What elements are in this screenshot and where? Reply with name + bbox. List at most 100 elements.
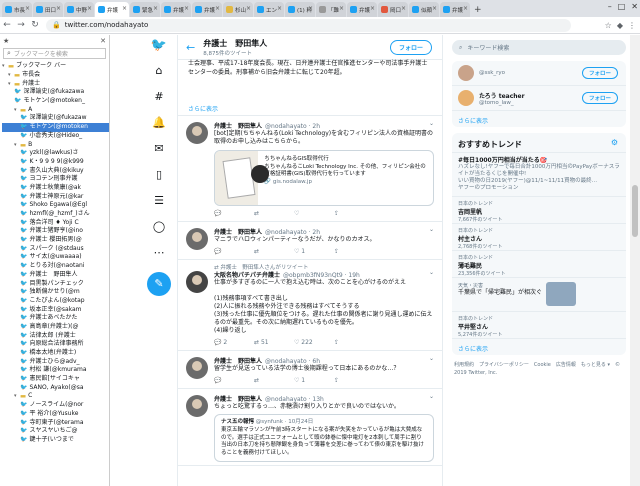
bookmark-item[interactable]: 🐦 平 裕介(@Yusuke <box>2 410 109 419</box>
tab-close-icon[interactable]: × <box>246 5 251 12</box>
share-icon[interactable]: ⇪ <box>334 210 374 217</box>
quoted-tweet[interactable]: ナス五の報愕 @synfunk · 10月24日 東京五輪マラソンが午前3時スタ… <box>214 414 434 462</box>
bookmark-item[interactable]: 🐦 落合洋司 ♦ Yoji C <box>2 218 109 227</box>
close-icon[interactable]: ✕ <box>631 2 638 11</box>
tab-close-icon[interactable]: × <box>184 5 189 12</box>
bookmark-item[interactable]: 🐦 法律太郎 (弁護士 <box>2 331 109 340</box>
tweet-author-name[interactable]: 弁護士 野田隼人 <box>214 358 262 365</box>
bookmark-item[interactable]: 🐦 寺町東子(@terama <box>2 418 109 427</box>
reply-icon[interactable]: 💬 <box>214 248 254 255</box>
avatar[interactable] <box>186 395 208 417</box>
chevron-down-icon[interactable]: ⌄ <box>429 120 434 127</box>
lists-icon[interactable]: ☰ <box>145 194 173 217</box>
chevron-down-icon[interactable]: ⌄ <box>429 269 434 276</box>
chevron-down-icon[interactable]: ⌄ <box>429 226 434 233</box>
bookmark-item[interactable]: 🐦 hzmfl(@_hzmf_)さん <box>2 210 109 219</box>
bookmark-folder[interactable]: ▾ ▬ 弁護士 <box>2 79 109 88</box>
share-icon[interactable]: ⇪ <box>334 248 374 255</box>
tab-close-icon[interactable]: × <box>277 5 282 12</box>
messages-envelope-icon[interactable]: ✉ <box>145 142 173 165</box>
tweet[interactable]: 大阪名物パチパチ弁護士 @obpmb3fN93nQt9 · 19h ⌄ 仕事が多すぎ… <box>178 265 442 351</box>
bookmark-item[interactable]: 🐦 Shoko Egawa(@Egl <box>2 201 109 210</box>
avatar[interactable] <box>186 357 208 379</box>
tab-close-icon[interactable]: × <box>432 5 437 12</box>
tweet-author-name[interactable]: 大阪名物パチパチ弁護士 <box>214 272 280 279</box>
star-icon[interactable]: ☆ <box>605 21 612 30</box>
bookmark-item[interactable]: 🐦 スヤスヤいちご@ <box>2 427 109 436</box>
bookmark-folder[interactable]: ▾ ▬ ブックマーク バー <box>2 62 109 71</box>
twitter-search-input[interactable]: ⌕ キーワード検索 <box>452 40 626 55</box>
bookmark-close-icon[interactable]: ✕ <box>100 37 106 45</box>
bookmark-item[interactable]: 🐦 弁護士ひら@adv_ <box>2 357 109 366</box>
tweet[interactable]: 弁護士 野田隼人 @nodahayato · 6h ⌄ 留学生が見送っている法学の博… <box>178 351 442 389</box>
profile-icon[interactable]: ◯ <box>145 220 173 243</box>
promoted-trend[interactable]: #毎日1000万円相当が当たる🎯 ハズレなし!ヤフーで毎日合計1000万円相当の… <box>452 153 626 197</box>
maximize-icon[interactable]: □ <box>618 2 626 11</box>
bookmark-item[interactable]: 🐦 yzkl(@lawkus)さ <box>2 149 109 158</box>
home-icon[interactable]: ⌂ <box>145 64 173 87</box>
explore-hashtag-icon[interactable]: # <box>145 90 173 113</box>
tab-close-icon[interactable]: × <box>339 5 344 12</box>
retweet-icon[interactable]: ⇄ <box>254 248 294 255</box>
browser-tab[interactable]: 「難 × <box>316 2 346 17</box>
bookmark-item[interactable]: 🐦 SANO, Ayako(@sa <box>2 383 109 392</box>
bookmark-star-icon[interactable]: ★ <box>3 37 9 45</box>
trend-item[interactable]: 日本のトレンド 平井堅さん 5,274件のツイート <box>452 312 626 339</box>
bookmark-item[interactable]: 🐦 独断偏かせり(@m <box>2 288 109 297</box>
link-card[interactable]: ちちゃんねるGIS取得代行 ちちゃんねるこLoki Technology Inc… <box>214 150 434 206</box>
bookmark-item[interactable]: 🐦 向原総合法律事務所 <box>2 340 109 349</box>
bookmark-item[interactable]: 🐦 K・9 9 9 9(@k999 <box>2 158 109 167</box>
compose-tweet-button[interactable]: ✎ <box>147 272 171 296</box>
twitter-logo-icon[interactable]: 🐦 <box>145 38 173 61</box>
bookmark-item[interactable]: 🐦 目黒製パンチェック <box>2 279 109 288</box>
back-arrow-icon[interactable]: ← <box>186 41 195 54</box>
bookmark-item[interactable]: 🐦 坂本正幸(@sakam <box>2 305 109 314</box>
footer-links[interactable]: 利用規約 プライバシーポリシー Cookie 広告情報 もっと見る ▾ © 20… <box>452 355 626 383</box>
trend-item[interactable]: 日本のトレンド 薄毛難民 23,356件のツイート <box>452 251 626 278</box>
browser-tab[interactable]: (1) 料 × <box>285 2 315 17</box>
new-tab-icon[interactable]: + <box>474 5 482 15</box>
browser-tab[interactable]: 岡口 × <box>378 2 408 17</box>
retweet-icon[interactable]: ⇄ 51 <box>254 339 294 346</box>
bookmark-item[interactable]: 🐦 モトケン(@motoken <box>2 122 109 132</box>
more-icon[interactable]: ⋯ <box>145 246 173 269</box>
tab-close-icon[interactable]: × <box>463 5 468 12</box>
suggested-user[interactable]: たろう teacher @tomo_law_ フォロー <box>452 86 626 111</box>
browser-tab[interactable]: 杉山 × <box>223 2 253 17</box>
tab-close-icon[interactable]: × <box>25 5 30 12</box>
tab-close-icon[interactable]: × <box>153 5 158 12</box>
bookmark-item[interactable]: 🐦 弁護士神原元(@kar <box>2 192 109 201</box>
tweet-author-name[interactable]: 弁護士 野田隼人 <box>214 123 262 130</box>
bookmark-item[interactable]: 🐦 書久山大典(@kikuy <box>2 166 109 175</box>
browser-tab[interactable]: 弁護 × <box>95 2 129 17</box>
browser-tab[interactable]: 弁護 × <box>192 2 222 17</box>
follow-button[interactable]: フォロー <box>389 40 432 55</box>
reply-icon[interactable]: 💬 2 <box>214 339 254 346</box>
bookmark-item[interactable]: 🐦 村松 謙(@kmurama <box>2 366 109 375</box>
browser-tab[interactable]: 緊急 × <box>130 2 160 17</box>
bookmark-folder[interactable]: ▾ ▬ B <box>2 140 109 149</box>
chevron-down-icon[interactable]: ⌄ <box>429 393 434 400</box>
browser-tab[interactable]: 弁護 × <box>347 2 377 17</box>
url-input[interactable]: 🔒 twitter.com/nodahayato <box>46 18 571 32</box>
bookmark-item[interactable]: 🐦 深澤諭史(@fukazawa <box>2 88 109 97</box>
reload-icon[interactable]: ↻ <box>28 20 42 30</box>
browser-tab[interactable]: エン × <box>254 2 284 17</box>
back-icon[interactable]: ← <box>0 20 14 30</box>
suggested-user[interactable]: @ssk_ryo フォロー <box>452 61 626 86</box>
tweet-author-name[interactable]: 弁護士 野田隼人 <box>214 229 262 236</box>
like-icon[interactable]: ♡ 222 <box>294 339 334 346</box>
forward-icon[interactable]: → <box>14 20 28 30</box>
share-icon[interactable]: ⇪ <box>334 377 374 384</box>
browser-tab[interactable]: 弁護 × <box>161 2 191 17</box>
browser-tab[interactable]: 田口 × <box>33 2 63 17</box>
chevron-down-icon[interactable]: ⌄ <box>429 355 434 362</box>
news-item[interactable]: 天気・災害 千葉県で「帰宅難民」が相次ぐ <box>452 278 626 312</box>
bookmark-item[interactable]: 🐦 スパ一ク (@stdaus <box>2 244 109 253</box>
avatar[interactable] <box>458 90 474 106</box>
avatar[interactable] <box>186 271 208 293</box>
menu-icon[interactable]: ⋮ <box>628 21 636 30</box>
retweet-icon[interactable]: ⇄ <box>254 377 294 384</box>
extension-icon[interactable]: ◆ <box>617 21 623 30</box>
bookmark-folder[interactable]: ▾ ▬ 市長会 <box>2 71 109 80</box>
